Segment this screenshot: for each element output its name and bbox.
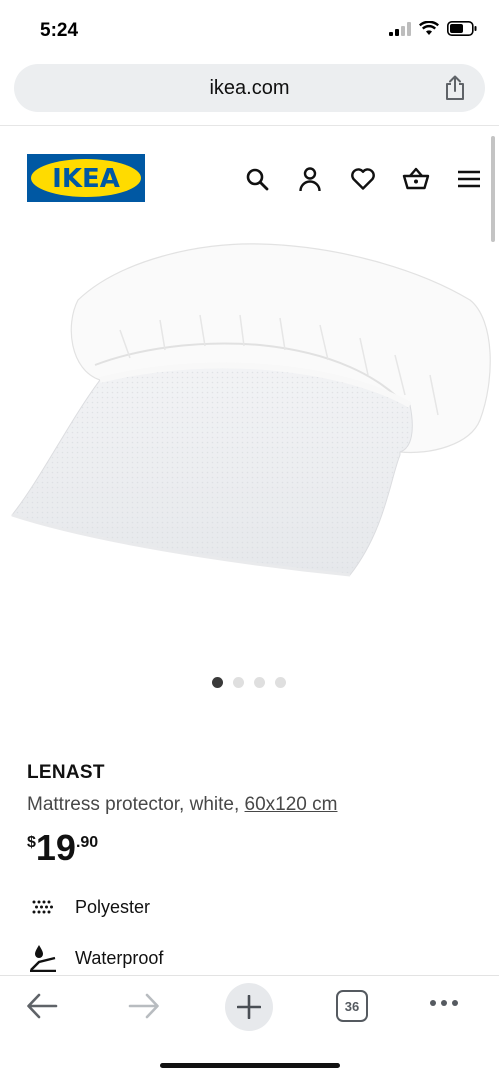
header-icons [230,164,495,194]
feature-label: Waterproof [75,947,164,968]
cellular-signal-icon [389,21,411,36]
wifi-icon [419,21,439,35]
carousel-dot[interactable] [233,677,244,688]
logo-text: IKEA [52,164,120,194]
tab-switcher-button[interactable]: 36 [336,990,368,1022]
home-indicator[interactable] [160,1063,340,1068]
waterproof-icon [27,945,59,972]
url-text[interactable]: ikea.com [14,77,485,100]
feature-waterproof: Waterproof [27,945,164,972]
back-arrow-icon[interactable] [26,992,58,1025]
divider [0,125,499,126]
product-image[interactable] [0,230,499,630]
more-options-icon[interactable] [430,1000,458,1006]
feature-label: Polyester [75,896,151,917]
status-icons [389,21,477,36]
account-icon[interactable] [283,164,336,194]
product-name: LENAST [27,762,105,783]
menu-hamburger-icon[interactable] [442,164,495,194]
feature-polyester: Polyester [27,894,150,920]
carousel-indicator [212,677,286,688]
status-bar: 5:24 [0,0,499,58]
favorites-heart-icon[interactable] [336,164,389,194]
battery-icon [447,21,477,36]
product-size-link[interactable]: 60x120 cm [245,794,338,815]
carousel-dot[interactable] [254,677,265,688]
carousel-dot[interactable] [275,677,286,688]
new-tab-button[interactable] [225,983,273,1031]
share-icon[interactable] [443,75,467,106]
carousel-dot[interactable] [212,677,223,688]
price-integer: 19 [35,827,76,868]
price-decimal: .90 [75,834,99,851]
scrollbar[interactable] [491,136,495,242]
product-description: Mattress protector, white, 60x120 cm [27,794,337,816]
address-bar[interactable]: ikea.com [14,64,485,112]
plus-icon [237,995,261,1019]
status-time: 5:24 [40,20,79,41]
polyester-icon [27,894,59,920]
shopping-basket-icon[interactable] [389,164,442,194]
product-price: $ 19 .90 [27,830,98,866]
search-icon[interactable] [230,164,283,194]
forward-arrow-icon[interactable] [128,992,160,1025]
ikea-logo[interactable]: IKEA [27,154,145,202]
price-currency: $ [27,834,36,851]
product-description-text: Mattress protector, white, [27,794,245,815]
